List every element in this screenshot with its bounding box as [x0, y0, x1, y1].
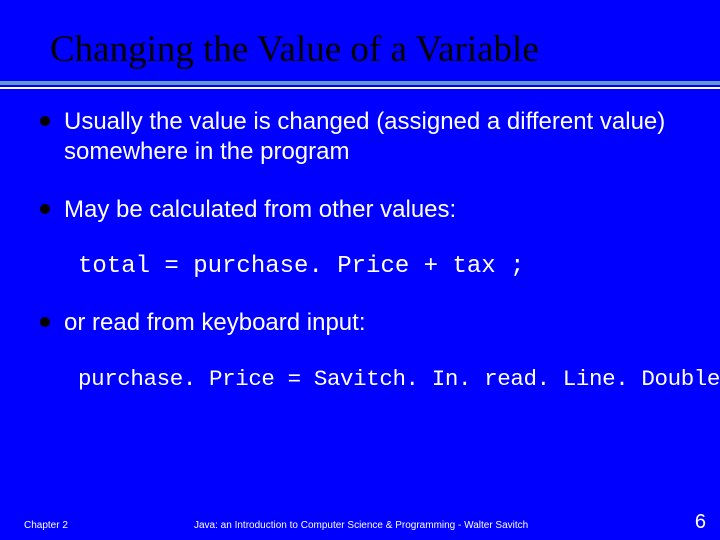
code-line: total = purchase. Price + tax ;	[78, 253, 680, 280]
footer-left: Chapter 2	[24, 520, 164, 531]
bullet-text: Usually the value is changed (assigned a…	[64, 107, 680, 167]
bullet-icon	[40, 317, 50, 327]
bullet-icon	[40, 204, 50, 214]
slide-title: Changing the Value of a Variable	[0, 0, 720, 71]
bullet-icon	[40, 116, 50, 126]
list-item: Usually the value is changed (assigned a…	[40, 107, 680, 167]
title-underline	[0, 81, 720, 85]
slide-body: Usually the value is changed (assigned a…	[0, 85, 720, 392]
bullet-text: or read from keyboard input:	[64, 308, 366, 338]
page-number: 6	[695, 511, 706, 534]
list-item: May be calculated from other values:	[40, 195, 680, 225]
list-item: or read from keyboard input:	[40, 308, 680, 338]
footer: Chapter 2 Java: an Introduction to Compu…	[0, 511, 720, 534]
footer-center: Java: an Introduction to Computer Scienc…	[164, 520, 695, 531]
bullet-text: May be calculated from other values:	[64, 195, 456, 225]
code-line: purchase. Price = Savitch. In. read. Lin…	[78, 366, 680, 392]
slide: Changing the Value of a Variable Usually…	[0, 0, 720, 540]
